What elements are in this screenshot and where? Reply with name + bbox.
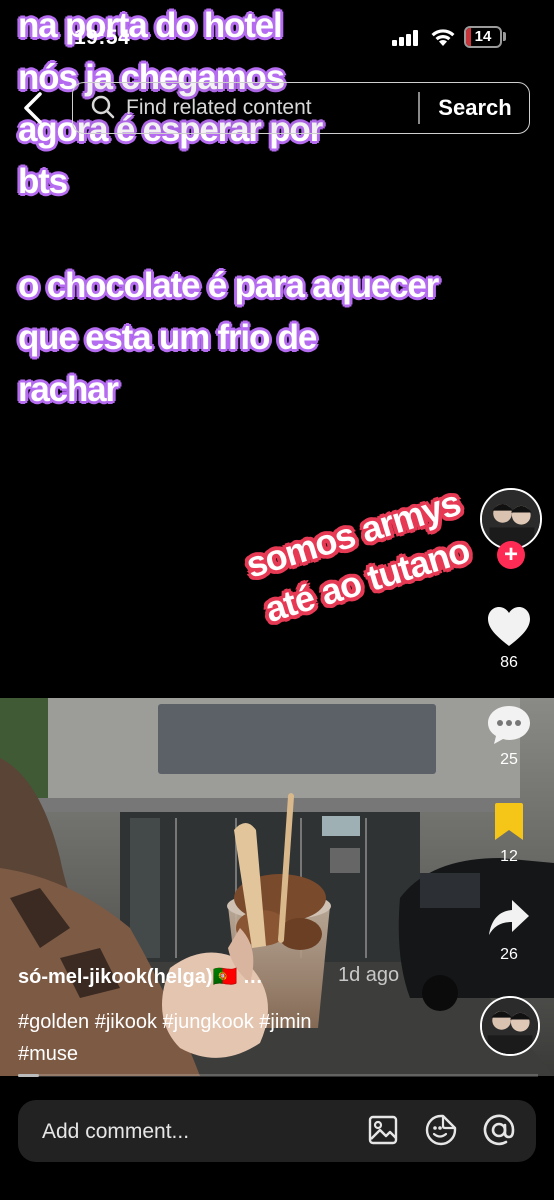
video-progress-fill xyxy=(18,1074,39,1077)
search-input[interactable] xyxy=(126,94,411,122)
follow-plus-button[interactable]: + xyxy=(497,541,525,569)
like-count: 86 xyxy=(500,654,518,671)
wifi-icon xyxy=(431,29,455,46)
comment-count: 25 xyxy=(500,751,518,768)
search-icon xyxy=(91,95,115,119)
status-time: 19:54 xyxy=(74,26,131,49)
image-icon[interactable] xyxy=(367,1114,399,1146)
favorite-bookmark-icon[interactable] xyxy=(492,802,526,842)
video-caption-text: na porta do hotel nós ja chegamos agora … xyxy=(18,6,439,409)
share-arrow-icon[interactable] xyxy=(488,898,530,938)
sound-avatar[interactable] xyxy=(480,996,540,1056)
like-heart-icon[interactable] xyxy=(486,606,532,648)
battery-cap xyxy=(503,32,506,41)
battery-percent: 14 xyxy=(474,28,492,45)
comment-input[interactable] xyxy=(42,1118,342,1146)
search-button[interactable]: Search xyxy=(430,93,520,123)
back-arrow-icon[interactable] xyxy=(16,88,52,128)
author-name[interactable]: só-mel-jikook(helga)🇵🇹 … xyxy=(18,964,263,989)
signal-icon xyxy=(392,30,418,46)
battery-indicator: 14 xyxy=(464,26,502,48)
post-hashtags[interactable]: #golden #jikook #jungkook #jimin #muse xyxy=(18,1006,458,1070)
video-progress-bar[interactable] xyxy=(18,1074,538,1077)
mention-at-icon[interactable] xyxy=(482,1113,516,1147)
share-count: 26 xyxy=(500,946,518,963)
post-time: 1d ago xyxy=(338,964,400,986)
comment-bubble-icon[interactable] xyxy=(486,704,532,746)
emoji-sticker-icon[interactable] xyxy=(424,1113,458,1147)
search-divider xyxy=(418,92,420,124)
favorite-count: 12 xyxy=(500,848,518,865)
